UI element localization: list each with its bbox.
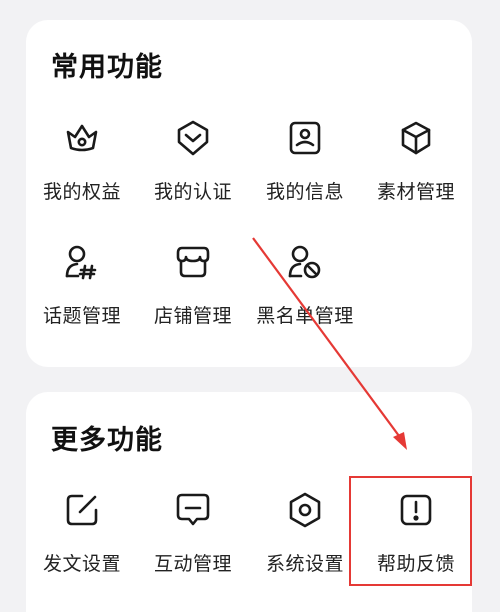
settings-hexagon-icon <box>285 490 325 530</box>
id-card-icon <box>285 118 325 158</box>
message-icon <box>173 490 213 530</box>
post-settings-button[interactable]: 发文设置 <box>26 490 138 576</box>
store-icon <box>173 242 213 282</box>
common-functions-card: 常用功能 我的权益 我的认证 我的信息 素材管理 话题管理 店铺管理 黑名单管理 <box>26 20 472 367</box>
my-info-button[interactable]: 我的信息 <box>249 118 361 204</box>
post-settings-label: 发文设置 <box>42 553 121 575</box>
edit-icon <box>62 490 102 530</box>
store-management-button[interactable]: 店铺管理 <box>137 242 249 328</box>
crown-icon <box>62 118 102 158</box>
system-settings-button[interactable]: 系统设置 <box>249 490 361 576</box>
interaction-management-button[interactable]: 互动管理 <box>137 490 249 576</box>
user-block-icon <box>285 242 325 282</box>
my-certification-button[interactable]: 我的认证 <box>137 118 249 204</box>
annotation-highlight-box <box>349 476 472 586</box>
blacklist-management-label: 黑名单管理 <box>256 305 354 327</box>
material-management-button[interactable]: 素材管理 <box>360 118 472 204</box>
store-management-label: 店铺管理 <box>153 305 232 327</box>
section-title-more: 更多功能 <box>51 425 163 456</box>
material-management-label: 素材管理 <box>376 181 455 203</box>
my-benefits-button[interactable]: 我的权益 <box>26 118 138 204</box>
system-settings-label: 系统设置 <box>265 553 344 575</box>
cube-icon <box>396 118 436 158</box>
badge-check-icon <box>173 118 213 158</box>
topic-management-button[interactable]: 话题管理 <box>26 242 138 328</box>
user-hashtag-icon <box>62 242 102 282</box>
topic-management-label: 话题管理 <box>42 305 121 327</box>
blacklist-management-button[interactable]: 黑名单管理 <box>249 242 361 328</box>
my-benefits-label: 我的权益 <box>42 181 121 203</box>
my-certification-label: 我的认证 <box>153 181 232 203</box>
section-title-common: 常用功能 <box>51 52 163 83</box>
interaction-management-label: 互动管理 <box>153 553 232 575</box>
my-info-label: 我的信息 <box>265 181 344 203</box>
